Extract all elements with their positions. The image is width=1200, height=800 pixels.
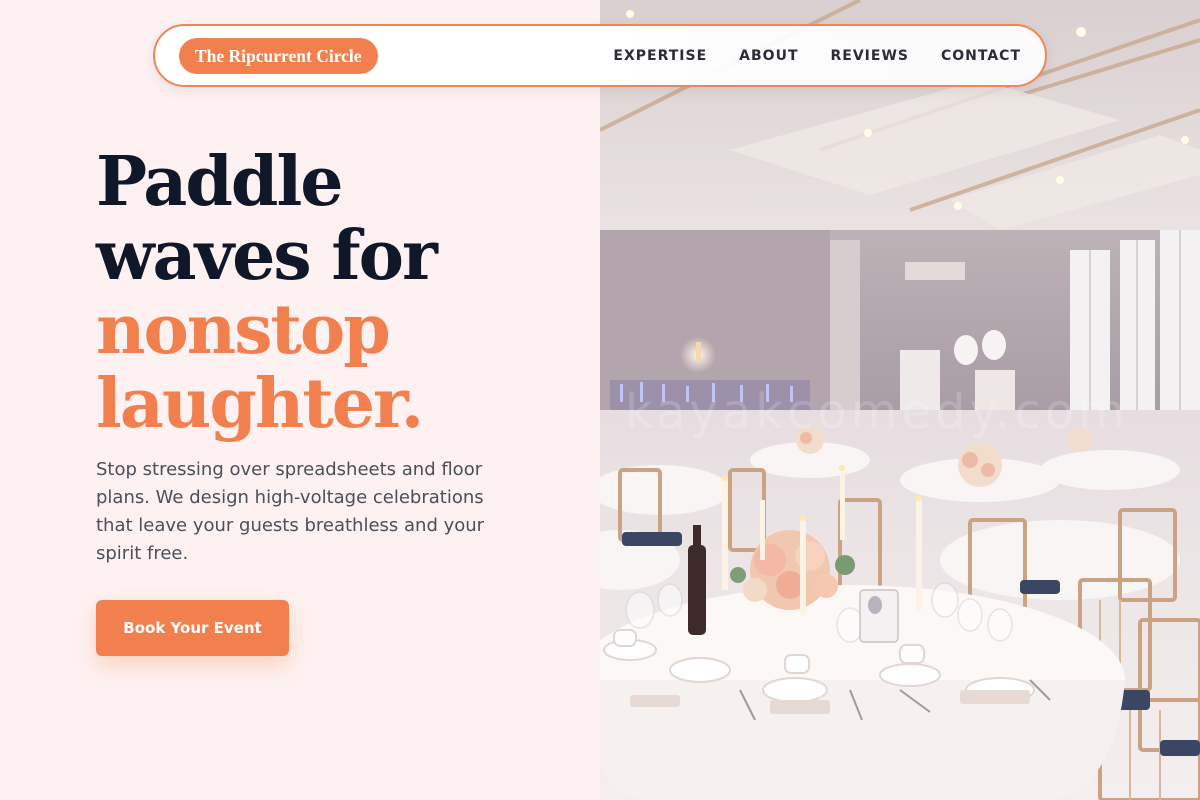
svg-text:kayakcomedy.com: kayakcomedy.com [625,384,1129,440]
hero-headline: Paddle waves for nonstop laughter. [96,145,566,441]
nav-link-contact[interactable]: CONTACT [941,48,1021,64]
headline-line-2: waves for [96,216,438,296]
headline-line-3: nonstop [96,290,391,370]
nav-link-about[interactable]: ABOUT [739,48,798,64]
top-navbar: The Ripcurrent Circle EXPERTISE ABOUT RE… [153,24,1047,87]
nav-link-reviews[interactable]: REVIEWS [831,48,909,64]
hero-description: Stop stressing over spreadsheets and flo… [96,459,485,564]
banquet-hall-photo: kayakcomedy.com [600,0,1200,800]
nav-link-expertise[interactable]: EXPERTISE [613,48,707,64]
nav-links: EXPERTISE ABOUT REVIEWS CONTACT [581,26,1021,85]
headline-line-4: laughter. [96,364,424,444]
brand-logo[interactable]: The Ripcurrent Circle [179,38,378,74]
book-event-button[interactable]: Book Your Event [96,600,289,656]
headline-line-1: Paddle [96,142,344,222]
